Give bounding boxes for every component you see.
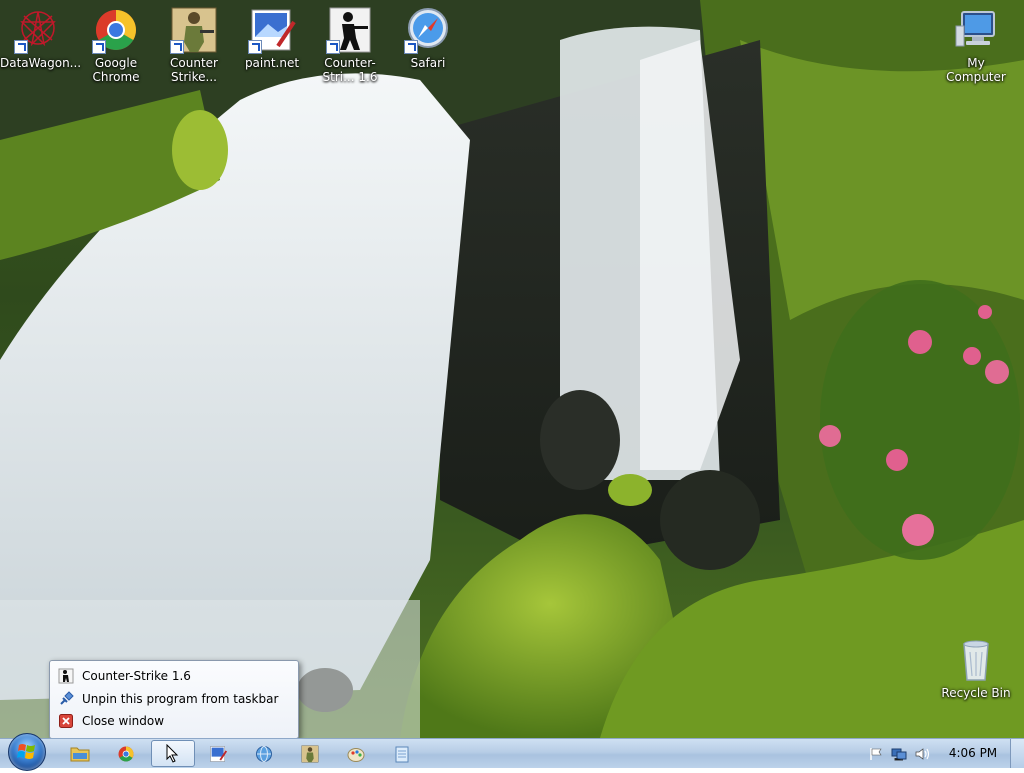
counter-strike-icon: [58, 668, 74, 684]
jump-list-item-close-window[interactable]: Close window: [58, 711, 164, 731]
jump-list-item-counter-strike[interactable]: Counter-Strike 1.6: [58, 666, 191, 686]
desktop-icon-label: Counter Strike...: [170, 56, 218, 84]
folder-icon: [70, 747, 90, 761]
close-icon: [58, 713, 74, 729]
desktop-icon-counter-strike[interactable]: Counter Strike...: [156, 6, 232, 84]
taskbar-clock[interactable]: 4:06 PM: [944, 746, 1002, 760]
desktop-icon-paint-net[interactable]: paint.net: [234, 6, 310, 70]
desktop-icon-label: DataWagon...: [0, 56, 82, 70]
desktop-icon-counter-strike-16[interactable]: Counter-Stri... 1.6: [312, 6, 388, 84]
volume-icon[interactable]: [914, 747, 930, 761]
computer-monitor-icon: [952, 6, 1000, 54]
counter-strike-soldier-icon: [301, 745, 319, 762]
shortcut-arrow-icon: [92, 40, 106, 54]
network-icon[interactable]: [891, 747, 907, 761]
shortcut-arrow-icon: [404, 40, 418, 54]
taskbar-counter-strike-pinned-button[interactable]: [290, 740, 330, 767]
shortcut-arrow-icon: [170, 40, 184, 54]
shortcut-arrow-icon: [326, 40, 340, 54]
mouse-cursor-icon: [166, 743, 179, 763]
taskbar-explorer-button[interactable]: [60, 740, 100, 767]
jump-list-item-label: Unpin this program from taskbar: [82, 692, 279, 706]
jump-list-item-label: Close window: [82, 714, 165, 728]
counter-strike-16-icon: [326, 6, 374, 54]
paint-net-icon: [248, 6, 296, 54]
safari-compass-icon: [404, 6, 452, 54]
datawagon-icon: [14, 6, 62, 54]
desktop-wallpaper: [0, 0, 1024, 738]
desktop-icon-datawagon[interactable]: DataWagon...: [0, 6, 82, 70]
start-button[interactable]: [8, 733, 46, 771]
desktop-icon-label: Recycle Bin: [941, 686, 1011, 700]
shortcut-arrow-icon: [14, 40, 28, 54]
action-center-flag-icon[interactable]: [868, 747, 884, 761]
windows-logo-icon: [17, 744, 35, 759]
chrome-icon: [92, 6, 140, 54]
desktop-icon-label: Counter-Stri... 1.6: [322, 56, 378, 84]
show-desktop-button[interactable]: [1010, 739, 1024, 768]
paint-net-icon: [210, 745, 227, 762]
globe-icon: [256, 745, 272, 762]
shortcut-arrow-icon: [248, 40, 262, 54]
palette-icon: [347, 747, 365, 762]
desktop-icon-safari[interactable]: Safari: [390, 6, 466, 70]
chrome-icon: [118, 746, 134, 761]
desktop-icon-google-chrome[interactable]: Google Chrome: [78, 6, 154, 84]
desktop-icon-label: My Computer: [946, 56, 1006, 84]
taskbar-paint-button[interactable]: [336, 740, 376, 767]
desktop-icon-label: Safari: [410, 56, 446, 70]
taskbar: 4:06 PM: [0, 733, 1024, 771]
waterfall-scene: [0, 0, 1024, 738]
recycle-bin-icon: [952, 636, 1000, 684]
taskbar-notepad-button[interactable]: [382, 740, 422, 767]
desktop-icon-label: Google Chrome: [92, 56, 140, 84]
desktop-icon-label: paint.net: [244, 56, 300, 70]
taskbar-jump-list: Counter-Strike 1.6 Unpin this program fr…: [49, 660, 299, 739]
desktop-icon-my-computer[interactable]: My Computer: [936, 6, 1016, 84]
counter-strike-soldier-icon: [170, 6, 218, 54]
taskbar-counter-strike-button[interactable]: [151, 740, 195, 767]
taskbar-paint-net-button[interactable]: [198, 740, 238, 767]
taskbar-chrome-button[interactable]: [106, 740, 146, 767]
jump-list-item-unpin[interactable]: Unpin this program from taskbar: [58, 689, 278, 709]
jump-list-item-label: Counter-Strike 1.6: [82, 669, 191, 683]
notepad-icon: [395, 746, 409, 762]
taskbar-media-button[interactable]: [244, 740, 284, 767]
desktop-icon-recycle-bin[interactable]: Recycle Bin: [936, 636, 1016, 700]
unpin-icon: [58, 691, 74, 707]
